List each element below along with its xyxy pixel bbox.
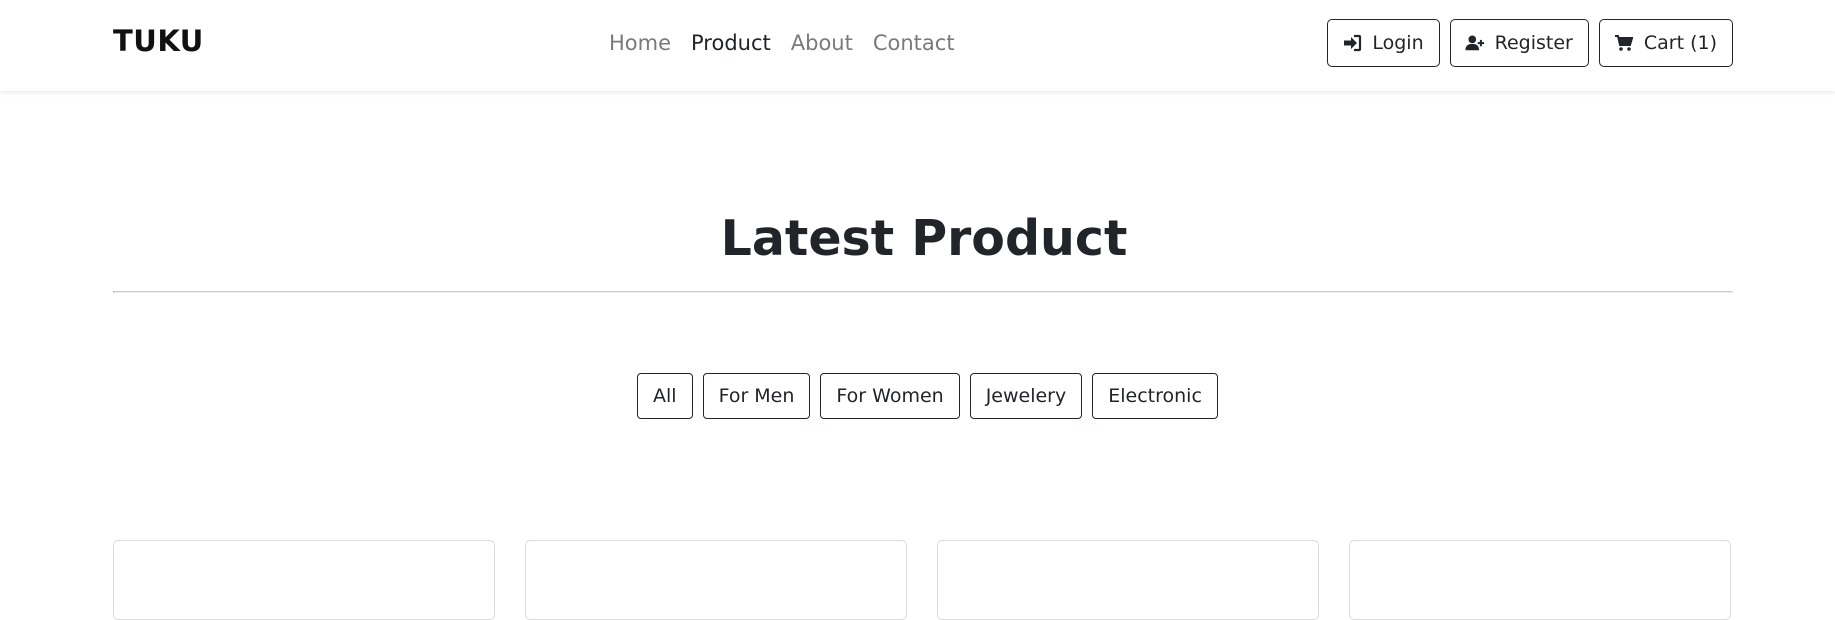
cart-button[interactable]: Cart (1): [1598, 19, 1733, 67]
nav-link-product[interactable]: Product: [691, 29, 771, 57]
sign-in-icon: [1342, 33, 1362, 53]
product-card[interactable]: [1349, 540, 1731, 620]
product-card[interactable]: [113, 540, 495, 620]
navbar: TUKU Home Product About Contact Login Re…: [0, 0, 1835, 91]
filter-women-button[interactable]: For Women: [820, 373, 960, 419]
product-card[interactable]: [525, 540, 907, 620]
login-label: Login: [1372, 32, 1424, 54]
filter-electronic-button[interactable]: Electronic: [1092, 373, 1218, 419]
nav-link-about[interactable]: About: [791, 29, 853, 57]
auth-cart-buttons: Login Register Cart (1): [1327, 19, 1733, 67]
register-label: Register: [1494, 32, 1573, 54]
nav-link-contact[interactable]: Contact: [873, 29, 955, 57]
cart-icon: [1614, 33, 1634, 53]
main-nav: Home Product About Contact: [609, 29, 955, 57]
cart-label: Cart (1): [1643, 32, 1717, 54]
filter-all-button[interactable]: All: [637, 373, 693, 419]
login-button[interactable]: Login: [1327, 19, 1440, 67]
register-button[interactable]: Register: [1449, 19, 1589, 67]
user-plus-icon: [1465, 33, 1485, 53]
title-divider: [113, 291, 1733, 293]
page-title: Latest Product: [720, 210, 1128, 267]
product-card[interactable]: [937, 540, 1319, 620]
filter-jewelery-button[interactable]: Jewelery: [969, 373, 1083, 419]
nav-link-home[interactable]: Home: [609, 29, 671, 57]
filter-men-button[interactable]: For Men: [702, 373, 811, 419]
brand-logo[interactable]: TUKU: [113, 24, 204, 58]
product-grid: [113, 540, 1733, 620]
category-filters: All For Men For Women Jewelery Electroni…: [637, 373, 1218, 419]
